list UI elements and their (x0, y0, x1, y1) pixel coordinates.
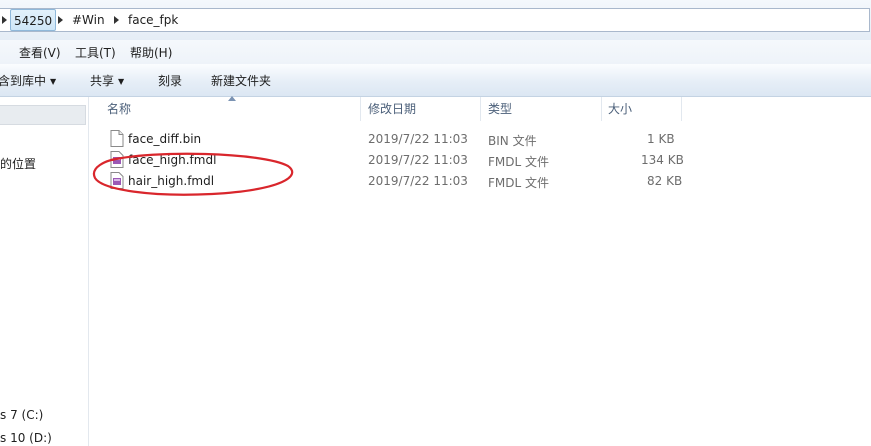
menu-edit-partial[interactable]: ) (0, 44, 1, 58)
nav-item-drive-c[interactable]: s 7 (C:) (0, 408, 43, 422)
new-folder-button[interactable]: 新建文件夹 (211, 72, 271, 89)
blank-file-icon (110, 130, 124, 147)
column-divider[interactable] (681, 97, 682, 121)
file-date: 2019/7/22 11:03 (368, 174, 468, 188)
file-row[interactable]: face_high.fmdl 2019/7/22 11:03 FMDL 文件 1… (106, 150, 706, 170)
breadcrumb-face-fpk[interactable]: face_fpk (128, 9, 178, 31)
breadcrumb-arrow-icon[interactable] (0, 9, 10, 31)
address-bar[interactable]: 54250 #Win face_fpk (0, 8, 870, 32)
file-type: BIN 文件 (488, 134, 537, 148)
burn-button[interactable]: 刻录 (158, 72, 182, 89)
address-bar-area: 54250 #Win face_fpk (0, 0, 871, 40)
file-date: 2019/7/22 11:03 (368, 153, 468, 167)
column-header-date[interactable]: 修改日期 (368, 97, 416, 121)
file-name[interactable]: face_high.fmdl (128, 153, 216, 167)
column-header-type[interactable]: 类型 (488, 97, 512, 121)
menu-view[interactable]: 查看(V) (19, 44, 61, 61)
fmdl-file-icon (110, 151, 124, 168)
file-size: 82 KB (647, 174, 683, 188)
nav-item-recent-places[interactable]: 的位置 (0, 155, 36, 172)
dropdown-arrow-icon: ▼ (118, 77, 125, 86)
menu-help[interactable]: 帮助(H) (130, 44, 172, 61)
breadcrumb-arrow-icon[interactable] (56, 9, 66, 31)
share-button[interactable]: 共享 ▼ (90, 72, 124, 89)
file-name[interactable]: hair_high.fmdl (128, 174, 214, 188)
navigation-pane[interactable]: 的位置 s 7 (C:) s 10 (D:) (0, 97, 89, 446)
file-size: 134 KB (641, 153, 684, 167)
breadcrumb-win[interactable]: #Win (72, 9, 105, 31)
sort-ascending-icon (228, 96, 236, 101)
include-in-library-button[interactable]: 含到库中 ▼ (0, 72, 56, 89)
file-name[interactable]: face_diff.bin (128, 132, 201, 146)
dropdown-arrow-icon: ▼ (50, 77, 57, 86)
nav-selected-item[interactable] (0, 105, 86, 125)
file-type: FMDL 文件 (488, 176, 549, 190)
breadcrumb-arrow-icon[interactable] (112, 9, 122, 31)
file-size: 1 KB (647, 132, 675, 146)
menu-tools[interactable]: 工具(T) (75, 44, 116, 61)
file-type: FMDL 文件 (488, 155, 549, 169)
file-row[interactable]: face_diff.bin 2019/7/22 11:03 BIN 文件 1 K… (106, 129, 706, 149)
command-toolbar: 含到库中 ▼ 共享 ▼ 刻录 新建文件夹 (0, 64, 871, 97)
breadcrumb-54250[interactable]: 54250 (10, 9, 56, 31)
column-header-size[interactable]: 大小 (608, 97, 632, 121)
file-date: 2019/7/22 11:03 (368, 132, 468, 146)
nav-item-drive-d[interactable]: s 10 (D:) (0, 431, 52, 445)
file-row[interactable]: hair_high.fmdl 2019/7/22 11:03 FMDL 文件 8… (106, 171, 706, 191)
column-header-name[interactable]: 名称 (107, 97, 131, 121)
column-divider[interactable] (601, 97, 602, 121)
column-divider[interactable] (360, 97, 361, 121)
fmdl-file-icon (110, 172, 124, 189)
column-divider[interactable] (480, 97, 481, 121)
menu-bar: ) 查看(V) 工具(T) 帮助(H) (0, 40, 871, 65)
